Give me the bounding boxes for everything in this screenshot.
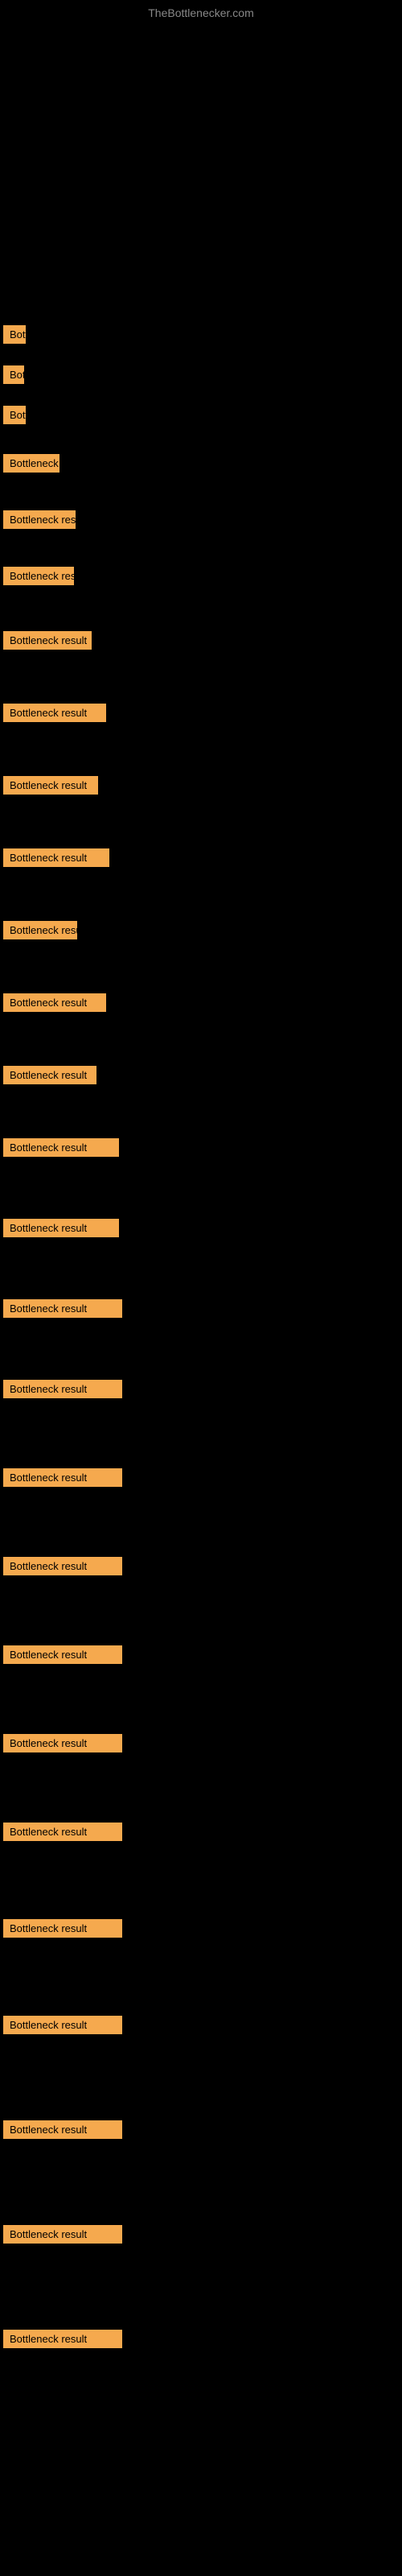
result-item-27: Bottleneck result [3, 2330, 122, 2348]
result-item-2: Bottleneck result [3, 365, 24, 384]
result-item-24: Bottleneck result [3, 2016, 122, 2034]
results-container: Bottleneck result Bottleneck result Bottle… [0, 23, 402, 2558]
result-item-18: Bottleneck result [3, 1468, 122, 1487]
site-header: TheBottlenecker.com [0, 0, 402, 23]
result-item-13: Bottleneck result [3, 1066, 96, 1084]
result-item-10: Bottleneck result [3, 848, 109, 867]
result-item-25: Bottleneck result [3, 2120, 122, 2139]
site-title: TheBottlenecker.com [0, 0, 402, 23]
result-item-3: Bottleneck result [3, 406, 26, 424]
result-item-17: Bottleneck result [3, 1380, 122, 1398]
result-item-23: Bottleneck result [3, 1919, 122, 1938]
result-item-19: Bottleneck result [3, 1557, 122, 1575]
result-item-21: Bottleneck result [3, 1734, 122, 1752]
result-item-1: Bottleneck result [3, 325, 26, 344]
result-item-26: Bottleneck result [3, 2225, 122, 2244]
result-item-9: Bottleneck result [3, 776, 98, 795]
result-item-7: Bottleneck result [3, 631, 92, 650]
result-item-20: Bottleneck result [3, 1645, 122, 1664]
result-item-11: Bottleneck result [3, 921, 77, 939]
result-item-12: Bottleneck result [3, 993, 106, 1012]
result-item-15: Bottleneck result [3, 1219, 119, 1237]
result-item-4: Bottleneck result [3, 454, 59, 473]
result-item-14: Bottleneck result [3, 1138, 119, 1157]
result-item-16: Bottleneck result [3, 1299, 122, 1318]
result-item-8: Bottleneck result [3, 704, 106, 722]
result-item-5: Bottleneck result [3, 510, 76, 529]
result-item-6: Bottleneck result [3, 567, 74, 585]
result-item-22: Bottleneck result [3, 1823, 122, 1841]
